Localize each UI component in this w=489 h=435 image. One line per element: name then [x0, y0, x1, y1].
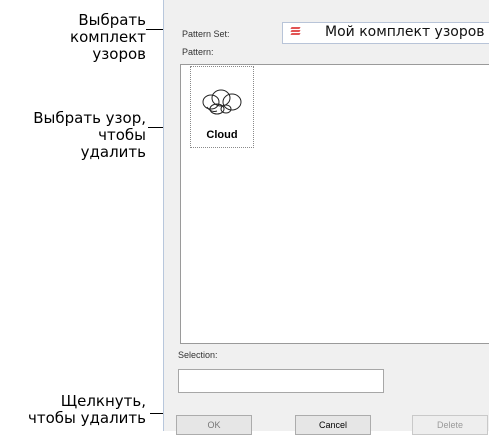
- callout-click-delete: Щелкнуть, чтобы удалить: [28, 393, 146, 427]
- pattern-tile-cloud[interactable]: Cloud: [190, 66, 254, 148]
- pattern-set-icon: [290, 27, 301, 39]
- pattern-set-select[interactable]: Мой комплект узоров: [282, 22, 489, 44]
- pattern-set-value: Мой комплект узоров: [325, 24, 485, 40]
- selection-label: Selection:: [178, 350, 218, 360]
- pattern-list[interactable]: Cloud: [180, 64, 489, 344]
- callout-choose-set: Выбрать комплект узоров: [70, 12, 146, 63]
- callout-line: чтобы удалить: [28, 409, 146, 427]
- cloud-pattern-icon: [201, 87, 245, 123]
- delete-button[interactable]: Delete: [412, 415, 488, 435]
- ok-button[interactable]: OK: [176, 415, 252, 435]
- callout-choose-pattern: Выбрать узор, чтобы удалить: [33, 110, 146, 161]
- callout-line: Выбрать узор,: [33, 109, 146, 127]
- cancel-button[interactable]: Cancel: [295, 415, 371, 435]
- callout-line: узоров: [92, 45, 146, 63]
- callout-line: удалить: [80, 143, 146, 161]
- delete-pattern-dialog: Pattern Set: Мой комплект узоров Pattern…: [163, 0, 489, 435]
- pattern-set-label: Pattern Set:: [182, 29, 230, 39]
- callout-line: Выбрать: [78, 11, 146, 29]
- callout-line: чтобы: [98, 126, 146, 144]
- callout-line: комплект: [70, 28, 146, 46]
- pattern-name: Cloud: [206, 129, 238, 141]
- selection-field[interactable]: [178, 369, 384, 393]
- pattern-label: Pattern:: [182, 47, 214, 57]
- callout-line: Щелкнуть,: [60, 392, 146, 410]
